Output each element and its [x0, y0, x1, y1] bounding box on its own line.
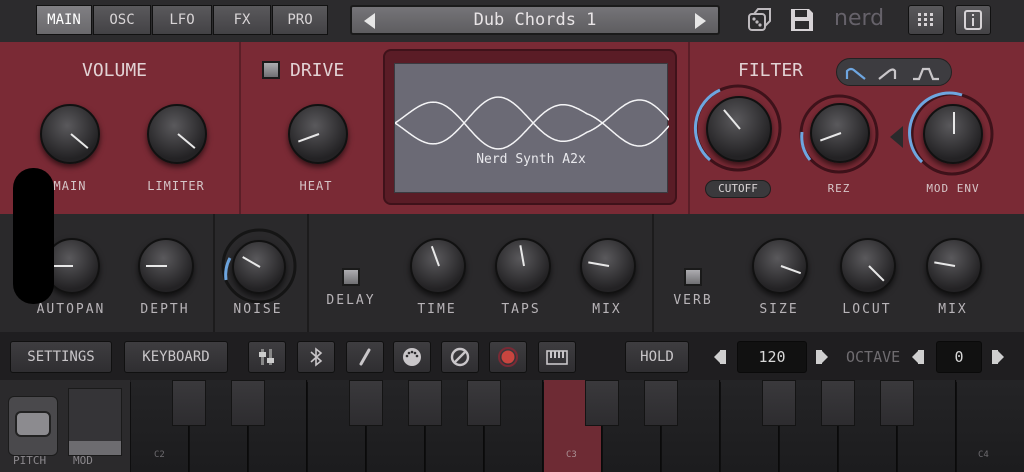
hold-button[interactable]: HOLD: [625, 341, 689, 373]
sliders-icon: [259, 349, 274, 365]
black-key[interactable]: [880, 380, 914, 426]
octave-decrease-icon[interactable]: [910, 345, 930, 369]
delay-toggle[interactable]: [342, 268, 360, 286]
brand-logo: nerd: [834, 6, 885, 31]
bandpass-icon: [913, 67, 939, 81]
waveform-graphic: [395, 96, 669, 150]
taps-knob[interactable]: [495, 238, 551, 294]
key-label-c2: C2: [154, 450, 165, 460]
record-button[interactable]: [489, 341, 527, 373]
depth-knob[interactable]: [138, 238, 194, 294]
synth-name-label: Nerd Synth A2x: [476, 152, 586, 167]
tempo-increase-icon[interactable]: [810, 345, 830, 369]
mod-env-arrow-icon: [890, 126, 903, 148]
filter-title: FILTER: [738, 60, 804, 81]
panic-button[interactable]: [441, 341, 479, 373]
locut-knob[interactable]: [840, 238, 896, 294]
drive-toggle[interactable]: [262, 61, 280, 79]
preset-selector: Dub Chords 1: [350, 5, 720, 35]
mod-env-knob[interactable]: [923, 104, 983, 164]
black-key[interactable]: [172, 380, 206, 426]
mod-wheel[interactable]: [68, 388, 122, 456]
info-icon: [964, 10, 982, 30]
white-key[interactable]: [957, 380, 1024, 472]
scroll-handle[interactable]: [13, 168, 54, 304]
key-label-c4: C4: [978, 450, 989, 460]
black-key[interactable]: [585, 380, 619, 426]
tab-main[interactable]: MAIN: [36, 5, 92, 35]
piano-button[interactable]: [538, 341, 576, 373]
midi-button[interactable]: [393, 341, 431, 373]
prev-preset-icon[interactable]: [364, 13, 375, 29]
tab-lfo[interactable]: LFO: [152, 5, 212, 35]
delay-mix-knob[interactable]: [580, 238, 636, 294]
time-knob[interactable]: [410, 238, 466, 294]
rez-label: REZ: [827, 182, 851, 195]
black-key[interactable]: [467, 380, 501, 426]
mod-env-label: MOD ENV: [926, 182, 980, 195]
info-button[interactable]: [955, 5, 991, 35]
settings-button[interactable]: SETTINGS: [10, 341, 112, 373]
black-key[interactable]: [821, 380, 855, 426]
tab-fx[interactable]: FX: [213, 5, 271, 35]
waveform-screen: Nerd Synth A2x: [394, 63, 669, 193]
lowpass-icon: [845, 67, 866, 80]
link-icon: [359, 348, 371, 366]
rez-knob[interactable]: [810, 103, 870, 163]
preset-name[interactable]: Dub Chords 1: [392, 7, 678, 33]
sliders-button[interactable]: [248, 341, 286, 373]
tab-osc[interactable]: OSC: [93, 5, 151, 35]
stop-circle-icon: [450, 347, 470, 367]
record-icon: [498, 347, 518, 367]
next-preset-icon[interactable]: [695, 13, 706, 29]
cutoff-knob[interactable]: [706, 96, 772, 162]
black-key[interactable]: [231, 380, 265, 426]
octave-display[interactable]: 0: [936, 341, 982, 373]
waveform-display: Nerd Synth A2x: [383, 49, 677, 205]
heat-label: HEAT: [299, 179, 333, 193]
main-volume-knob[interactable]: [40, 104, 100, 164]
midi-icon: [403, 348, 421, 366]
verb-toggle[interactable]: [684, 268, 702, 286]
bluetooth-icon: [310, 347, 323, 367]
tempo-decrease-icon[interactable]: [712, 345, 732, 369]
tab-pro[interactable]: PRO: [272, 5, 328, 35]
key-label-c3: C3: [566, 450, 577, 460]
dice-icon[interactable]: [746, 7, 772, 33]
octave-increase-icon[interactable]: [986, 345, 1006, 369]
cutoff-label: CUTOFF: [705, 180, 771, 198]
link-button[interactable]: [346, 341, 384, 373]
piano-icon: [546, 350, 568, 365]
pitch-wheel[interactable]: [8, 396, 58, 456]
black-key[interactable]: [762, 380, 796, 426]
bluetooth-button[interactable]: [297, 341, 335, 373]
black-key[interactable]: [644, 380, 678, 426]
black-key[interactable]: [349, 380, 383, 426]
mod-label: MOD: [73, 454, 93, 467]
heat-knob[interactable]: [288, 104, 348, 164]
limiter-knob[interactable]: [147, 104, 207, 164]
black-key[interactable]: [408, 380, 442, 426]
tempo-display[interactable]: 120: [737, 341, 807, 373]
grid-icon: [918, 13, 933, 26]
size-knob[interactable]: [752, 238, 808, 294]
keyboard-button[interactable]: KEYBOARD: [124, 341, 228, 373]
verb-mix-label: MIX: [938, 302, 968, 317]
verb-mix-knob[interactable]: [926, 238, 982, 294]
highpass-icon: [878, 68, 897, 80]
noise-knob[interactable]: [232, 240, 286, 294]
drive-title: DRIVE: [290, 60, 345, 81]
limiter-label: LIMITER: [147, 179, 205, 193]
octave-label: OCTAVE: [846, 348, 901, 366]
grid-menu-button[interactable]: [908, 5, 944, 35]
save-icon[interactable]: [789, 7, 815, 33]
pitch-label: PITCH: [13, 454, 47, 467]
section-divider: [239, 42, 241, 214]
volume-title: VOLUME: [82, 60, 148, 81]
